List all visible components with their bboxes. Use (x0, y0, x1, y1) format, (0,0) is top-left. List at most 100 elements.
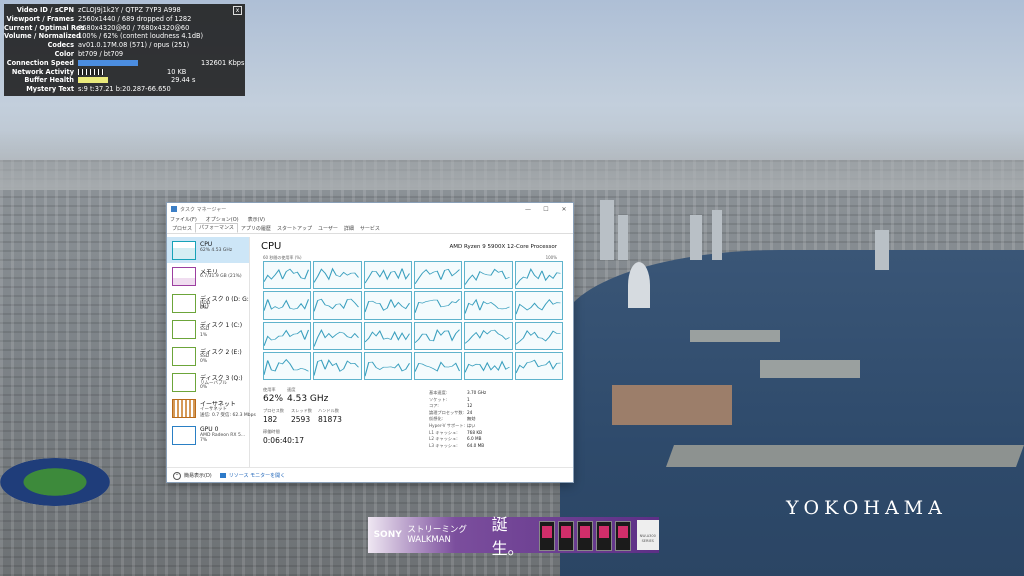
logical-processor-graph (514, 291, 563, 320)
threads-value: 2593 (291, 415, 311, 424)
usage-value: 62% (263, 394, 284, 404)
stats-row: Volume / Normalized 100% / 62% (content l… (4, 32, 245, 41)
tab-processes[interactable]: プロセス (169, 225, 195, 233)
window-title: タスク マネージャー (180, 206, 227, 213)
tab-startup[interactable]: スタートアップ (274, 225, 315, 233)
walkman-player-image (595, 521, 612, 551)
stats-row: Viewport / Frames 2560x1440 / 689 dropped… (4, 15, 245, 24)
walkman-player-image (557, 521, 574, 551)
spec-row: 仮想化: 無効 (429, 416, 519, 423)
spec-row: 基本速度: 3.70 GHz (429, 390, 519, 397)
stats-row: Mystery Text s:9 t:37.21 b:20.287-66.650 (4, 85, 245, 94)
spec-key: 基本速度: (429, 390, 448, 395)
gpu-mini-graph (172, 425, 196, 445)
sidebar-item-label: CPU (200, 241, 213, 248)
spec-value: 3.70 GHz (467, 390, 487, 395)
stats-row: Video ID / sCPN zCLOJ9j1k2Y / QTPZ 7YP3 A… (4, 6, 245, 15)
logical-processor-graph (413, 351, 463, 380)
connection-speed-value: 132601 Kbps (78, 59, 245, 68)
sidebar-item-gpu-0[interactable]: GPU 0 AMD Radeon RX 5... 7% (167, 422, 249, 448)
spec-key: コア: (429, 403, 439, 409)
tab-services[interactable]: サービス (357, 225, 383, 233)
sidebar-item-disk-0[interactable]: ディスク 0 (D: G: H:) HDD 0% (167, 290, 249, 316)
stats-value: s:9 t:37.21 b:20.287-66.650 (78, 85, 171, 94)
task-manager-footer: ^ 簡易表示(D) リソース モニターを開く (167, 467, 573, 483)
cpu-mini-graph (172, 241, 196, 260)
chevron-up-icon: ^ (173, 471, 181, 480)
tab-details[interactable]: 詳細 (341, 225, 357, 233)
tab-users[interactable]: ユーザー (315, 225, 341, 233)
sidebar-item-detail: 7% (200, 438, 208, 444)
stats-value: av01.0.17M.08 (571) / opus (251) (78, 41, 190, 50)
maximize-button[interactable]: ☐ (537, 206, 555, 213)
stats-value: 100% / 62% (content loudness 4.1dB) (78, 32, 204, 41)
spec-key: L1 キャッシュ: (429, 429, 458, 435)
close-stats-button[interactable]: x (233, 6, 242, 15)
logical-processor-graph (313, 321, 362, 350)
spec-value: 1 (467, 396, 470, 402)
logical-processor-graph (363, 261, 412, 290)
stats-row: Current / Optimal Res 7680x4320@60 / 7680… (4, 24, 245, 33)
title-bar[interactable]: タスク マネージャー — ☐ ✕ (167, 203, 573, 215)
logical-processor-graph (363, 291, 412, 320)
logical-processor-graphs[interactable] (263, 261, 563, 380)
uptime-label: 稼働時間 (263, 429, 280, 434)
sidebar-item-label: GPU 0 (200, 425, 219, 433)
logical-processor-graph (464, 261, 513, 290)
sony-walkman-ad-banner[interactable]: SONY ストリーミング WALKMAN 誕生。 NW-A300 SERIES (368, 515, 659, 558)
hotel-tower (628, 262, 650, 308)
spec-row: L3 キャッシュ: 64.0 MB (429, 443, 519, 450)
tab-bar: プロセス パフォーマンス アプリの履歴 スタートアップ ユーザー 詳細 サービス (167, 223, 573, 234)
spec-row: ソケット: 1 (429, 397, 519, 404)
close-window-button[interactable]: ✕ (555, 206, 573, 213)
resource-monitor-icon (219, 473, 226, 478)
processor-name: AMD Ryzen 9 5900X 12-Core Processor (449, 244, 557, 250)
buffer-health-value: 29.44 s (78, 76, 245, 85)
ethernet-mini-graph (172, 399, 196, 419)
sidebar-item-cpu[interactable]: CPU 62% 4.53 GHz (167, 237, 249, 264)
logical-processor-graph (464, 351, 513, 380)
minimize-button[interactable]: — (519, 206, 537, 213)
logical-processor-graph (313, 351, 362, 380)
spec-value: はい (467, 422, 476, 428)
logical-processor-graph (363, 351, 412, 380)
spec-row: L2 キャッシュ: 6.0 MB (429, 436, 519, 443)
sidebar-item-memory[interactable]: メモリ 6.7/31.9 GB (21%) (167, 263, 249, 289)
sidebar-item-disk-1[interactable]: ディスク 1 (C:) SSD 1% (167, 316, 249, 342)
sidebar-item-ethernet[interactable]: イーサネット イーサネット 送信: 0.7 受信: 62.3 Mbps (167, 395, 256, 421)
tab-app-history[interactable]: アプリの履歴 (238, 225, 274, 233)
sidebar-item-detail: SSD (200, 327, 210, 333)
handles-label: ハンドル数 (318, 408, 339, 413)
walkman-player-image (614, 521, 631, 551)
ad-line-1: ストリーミング (407, 525, 467, 535)
skyscraper (600, 200, 614, 260)
sidebar-item-disk-3[interactable]: ディスク 3 (Q:) リムーバブル 0% (167, 369, 249, 395)
sidebar-item-disk-2[interactable]: ディスク 2 (E:) SSD 0% (167, 343, 249, 369)
menu-options[interactable]: オプション(O) (206, 216, 239, 223)
logical-processor-graph (413, 321, 463, 350)
menu-view[interactable]: 表示(V) (248, 216, 265, 223)
stats-value: bt709 / bt709 (78, 49, 124, 58)
ad-copy: ストリーミング WALKMAN (407, 525, 491, 545)
memory-mini-graph (172, 267, 196, 287)
page-title: CPU (261, 241, 282, 252)
sidebar-item-detail: AMD Radeon RX 5... (200, 432, 246, 438)
stats-key: Video ID / sCPN (16, 6, 74, 14)
stats-key: Volume / Normalized (4, 32, 81, 41)
spec-value: 768 KB (467, 429, 482, 435)
fewer-details-button[interactable]: ^ 簡易表示(D) (173, 471, 212, 480)
menu-file[interactable]: ファイル(F) (170, 216, 197, 223)
skyscraper (875, 230, 889, 270)
disk-mini-graph (172, 320, 196, 340)
ad-headline: 誕生。 (491, 515, 524, 558)
logical-processor-graph (514, 351, 563, 380)
resource-monitor-label: リソース モニターを開く (228, 473, 286, 479)
logical-processor-graph (263, 351, 312, 380)
tab-performance[interactable]: パフォーマンス (195, 223, 238, 233)
pier (690, 330, 780, 342)
sidebar-item-detail: 6.7/31.9 GB (21%) (200, 274, 242, 280)
logical-processor-graph (313, 261, 362, 290)
processes-label: プロセス数 (263, 408, 284, 413)
open-resource-monitor-link[interactable]: リソース モニターを開く (219, 472, 286, 479)
walkman-product-images (538, 521, 631, 551)
